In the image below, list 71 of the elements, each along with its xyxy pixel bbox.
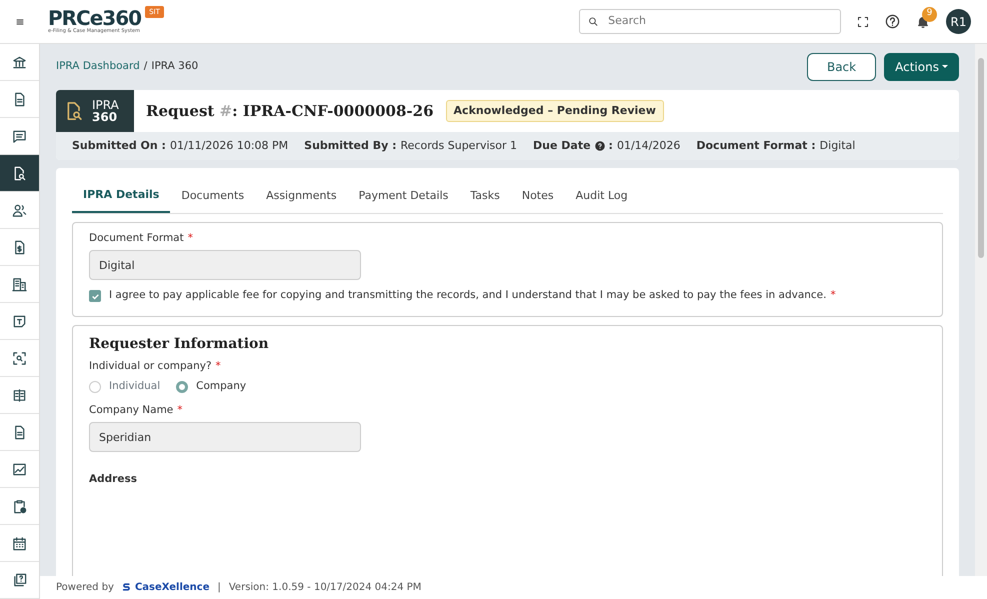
footer-text: Powered by [56, 580, 114, 595]
tab[interactable]: Audit Log [564, 180, 639, 212]
help-icon[interactable] [885, 14, 900, 29]
notification-count: 9 [922, 6, 937, 22]
people-icon [12, 202, 27, 218]
tab[interactable]: Documents [170, 180, 256, 212]
field-label: Company Name [89, 402, 174, 418]
scrollbar[interactable] [975, 44, 987, 576]
document-icon [12, 424, 27, 440]
tab[interactable]: Assignments [255, 180, 348, 212]
meta-label: Submitted By : [304, 138, 396, 154]
tab[interactable]: Tasks [459, 180, 511, 212]
breadcrumb-link[interactable]: IPRA Dashboard [56, 59, 140, 75]
field-label: Individual or company? [89, 359, 212, 374]
brand-name: CaseXellence [134, 580, 210, 595]
tile-label: 360 [92, 111, 118, 123]
scrollbar-thumb[interactable] [978, 58, 984, 258]
section-title: Requester Information [89, 335, 270, 354]
document-icon [12, 92, 27, 106]
meta-value: Records Supervisor 1 [400, 138, 518, 154]
meta-label: Submitted On : [72, 138, 166, 154]
chart-icon [12, 462, 27, 476]
required-mark: * [216, 359, 221, 374]
meta-label: Document Format : [696, 138, 816, 154]
calendar-icon [12, 536, 27, 550]
tab[interactable]: Payment Details [348, 180, 460, 212]
invoice-icon [12, 240, 27, 254]
radio-label: Company [196, 378, 246, 394]
request-title: Request #: IPRA-CNF-0000008-26 [146, 100, 434, 122]
help-document-icon [12, 572, 27, 588]
version-text: Version: 1.0.59 - 10/17/2024 04:24 PM [228, 580, 422, 595]
field-label: Document Format [89, 230, 184, 246]
agreement-text: I agree to pay applicable fee for copying and transmitting the records, and I understand that I may be asked to pay the fees in advance. [109, 288, 826, 304]
scan-search-icon [12, 350, 27, 366]
app-logo: PRCe360 [48, 8, 142, 28]
radio-button[interactable] [176, 380, 188, 393]
document-search-icon [12, 166, 27, 180]
tile-label: IPRA [92, 99, 119, 111]
meta-value: 01/14/2026 [616, 138, 680, 154]
text-note-icon [12, 314, 27, 328]
checkbox[interactable] [89, 290, 101, 302]
building-icon [12, 276, 27, 292]
radio-button[interactable] [89, 380, 101, 393]
clipboard-clock-icon [12, 498, 27, 514]
breadcrumb-separator: / [144, 59, 148, 74]
actions-button[interactable]: Actions [884, 53, 959, 81]
search-field[interactable]: Search [579, 9, 841, 34]
status-badge: Acknowledged – Pending Review [446, 100, 664, 122]
required-mark: * [177, 402, 183, 418]
search-icon [588, 16, 598, 27]
meta-label: : [608, 138, 613, 154]
field-label: Address [89, 472, 138, 488]
required-mark: * [830, 288, 836, 304]
meta-value: Digital [820, 138, 856, 154]
meta-value: 01/11/2026 10:08 PM [170, 138, 288, 154]
tab[interactable]: Notes [510, 180, 565, 212]
book-icon [12, 388, 27, 402]
breadcrumb-current: IPRA 360 [151, 59, 198, 74]
brand-logo-icon [122, 581, 131, 594]
radio-label: Individual [109, 378, 160, 394]
sidebar-item[interactable] [0, 155, 39, 192]
bank-icon [12, 54, 27, 70]
required-mark: * [188, 230, 193, 246]
fullscreen-icon[interactable] [857, 16, 869, 28]
back-button[interactable]: Back [806, 53, 876, 81]
footer-separator: | [217, 580, 221, 595]
user-avatar[interactable]: R1 [946, 9, 971, 34]
tab[interactable]: IPRA Details [72, 180, 170, 212]
check-icon [90, 292, 100, 301]
chat-icon [12, 128, 27, 144]
meta-label: Due Date [533, 138, 591, 154]
